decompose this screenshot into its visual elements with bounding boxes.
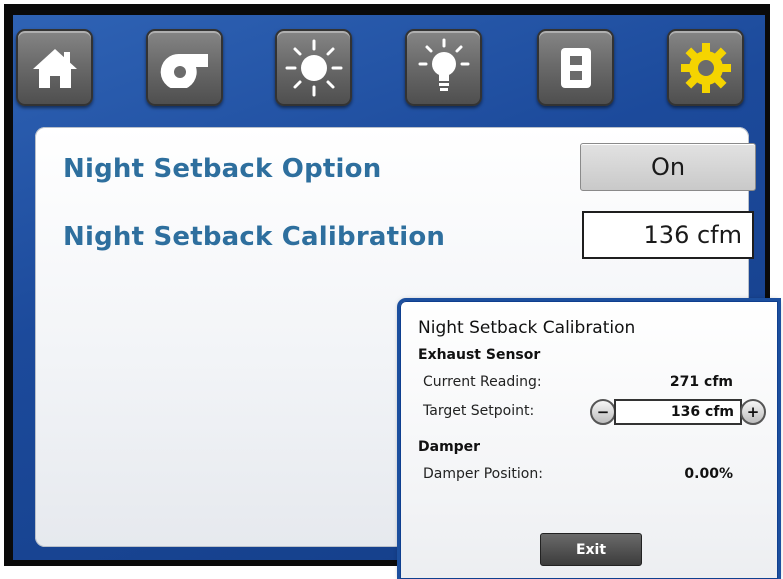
decrement-button[interactable]: − — [590, 399, 616, 425]
home-icon — [32, 48, 77, 88]
exit-button[interactable]: Exit — [540, 533, 642, 566]
sun-button[interactable] — [275, 29, 352, 106]
dialog-title: Night Setback Calibration — [418, 318, 636, 338]
home-button[interactable] — [16, 29, 93, 106]
light-bulb-icon — [418, 38, 469, 91]
current-reading-value: 271 cfm — [669, 374, 733, 390]
night-setback-calibration-field[interactable]: 136 cfm — [582, 211, 754, 259]
damper-heading: Damper — [418, 439, 481, 455]
fan-icon — [160, 53, 208, 88]
current-reading-label: Current Reading: — [423, 374, 542, 390]
gear-icon — [680, 42, 731, 93]
door-button[interactable] — [537, 29, 614, 106]
fan-button[interactable] — [146, 29, 223, 106]
night-setback-calibration-label: Night Setback Calibration — [63, 222, 446, 252]
target-setpoint-label: Target Setpoint: — [423, 403, 535, 419]
damper-position-label: Damper Position: — [423, 466, 543, 482]
target-setpoint-stepper: − 136 cfm + — [590, 398, 766, 426]
exhaust-sensor-heading: Exhaust Sensor — [418, 347, 541, 363]
increment-button[interactable]: + — [740, 399, 766, 425]
calibration-dialog: Night Setback Calibration Exhaust Sensor… — [400, 301, 778, 579]
damper-position-value: 0.00% — [684, 466, 733, 482]
door-icon — [560, 47, 591, 88]
night-setback-option-toggle[interactable]: On — [580, 143, 756, 191]
light-bulb-button[interactable] — [405, 29, 482, 106]
night-setback-option-label: Night Setback Option — [63, 154, 382, 184]
target-setpoint-field[interactable]: 136 cfm — [614, 399, 742, 425]
sun-icon — [285, 39, 342, 96]
settings-button[interactable] — [667, 29, 744, 106]
